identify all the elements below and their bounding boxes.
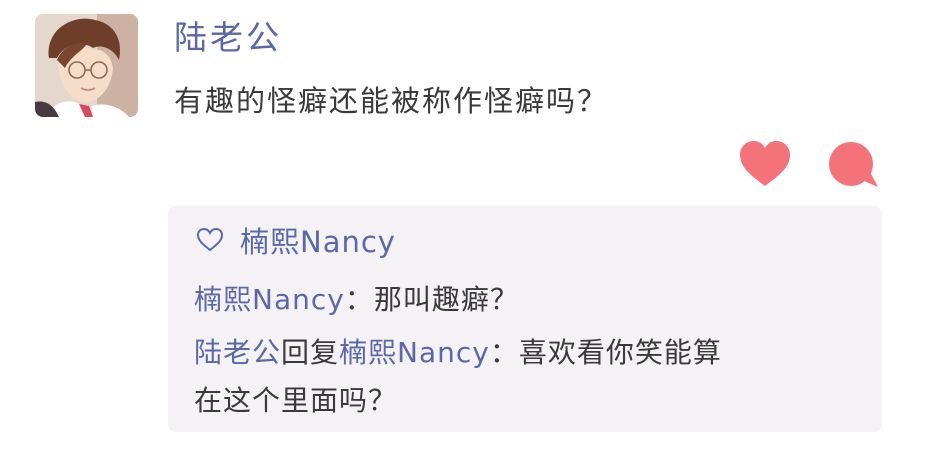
like-button[interactable] <box>738 140 792 190</box>
avatar[interactable] <box>35 14 138 117</box>
comment-text: 喜欢看你笑能算 <box>518 336 722 369</box>
post-text: 有趣的怪癖还能被称作怪癖吗？ <box>174 84 609 118</box>
reply-word: 回复 <box>281 336 340 369</box>
moment-post: 陆老公 有趣的怪癖还能被称作怪癖吗？ 楠熙Nancy 楠熙Nancy：那叫趣癖？… <box>0 0 942 462</box>
comment-section: 楠熙Nancy 楠熙Nancy：那叫趣癖？ 陆老公回复楠熙Nancy：喜欢看你笑… <box>168 206 882 432</box>
likes-row: 楠熙Nancy <box>196 220 396 260</box>
comment-author[interactable]: 楠熙Nancy <box>194 283 345 316</box>
comment-item[interactable]: 楠熙Nancy：那叫趣癖？ <box>194 276 519 324</box>
comment-button[interactable] <box>826 140 880 190</box>
comment-separator: ： <box>344 283 374 316</box>
comment-bubble-icon <box>829 142 878 187</box>
comment-separator: ： <box>489 336 519 369</box>
reply-to-name[interactable]: 楠熙Nancy <box>339 336 490 369</box>
comment-text: 在这个里面吗？ <box>194 384 398 417</box>
comment-text-continued: 在这个里面吗？ <box>194 377 397 425</box>
comment-item[interactable]: 陆老公回复楠熙Nancy：喜欢看你笑能算 <box>194 329 722 377</box>
liker-name[interactable]: 楠熙Nancy <box>240 219 396 261</box>
male-character-portrait-icon <box>35 14 138 117</box>
post-author-name[interactable]: 陆老公 <box>174 16 282 60</box>
comment-text: 那叫趣癖？ <box>373 283 519 316</box>
heart-outline-icon <box>196 227 224 253</box>
comment-author[interactable]: 陆老公 <box>194 336 281 369</box>
heart-icon <box>740 141 790 186</box>
